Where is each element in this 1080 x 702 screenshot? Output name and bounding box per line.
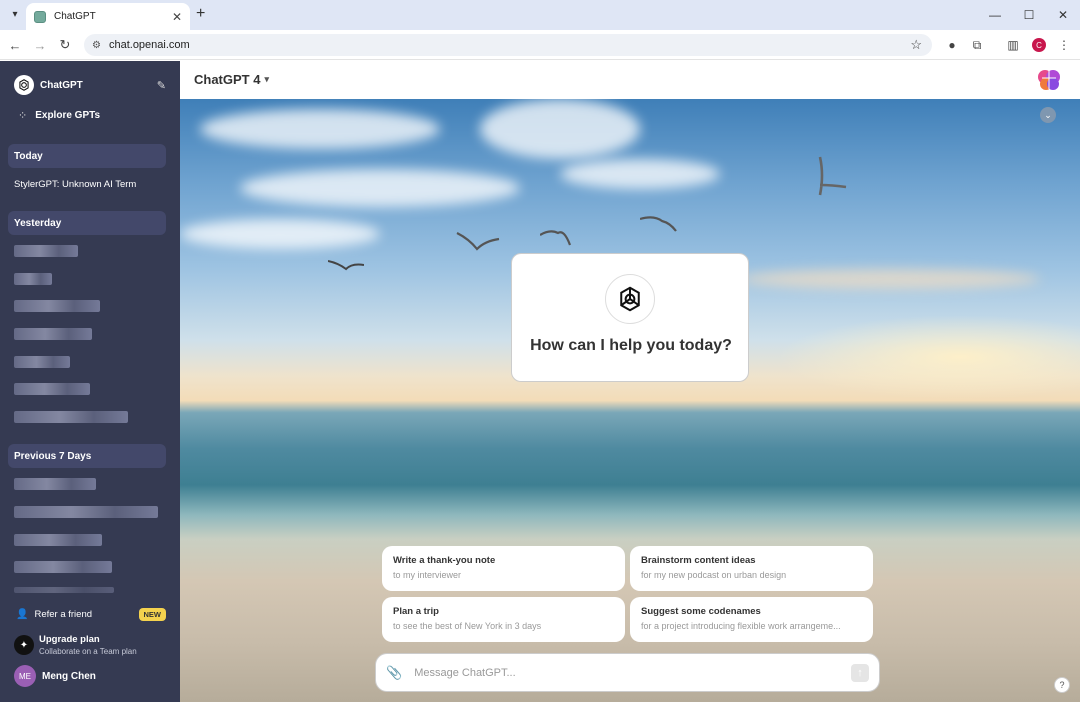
- suggestion-subtitle: for my new podcast on urban design: [641, 570, 787, 580]
- model-name: ChatGPT 4: [194, 72, 261, 87]
- chat-item[interactable]: [14, 411, 128, 423]
- address-bar[interactable]: ⚙ chat.openai.com ☆: [84, 34, 932, 56]
- chat-item[interactable]: [14, 587, 114, 593]
- chat-item[interactable]: [14, 356, 70, 368]
- chevron-down-icon[interactable]: ⌄: [1040, 107, 1056, 123]
- section-yesterday: Yesterday: [8, 211, 166, 235]
- close-window-icon[interactable]: ✕: [1046, 0, 1080, 30]
- chat-item[interactable]: [14, 245, 78, 257]
- message-input[interactable]: [414, 666, 851, 679]
- user-name: Meng Chen: [42, 670, 96, 682]
- new-chat-row[interactable]: ChatGPT ✎: [14, 75, 166, 95]
- maximize-icon[interactable]: ☐: [1012, 0, 1046, 30]
- suggestion-card[interactable]: Suggest some codenames for a project int…: [630, 597, 873, 642]
- chat-item[interactable]: StylerGPT: Unknown AI Term: [14, 179, 170, 193]
- star-icon[interactable]: ☆: [910, 37, 922, 53]
- grid-icon: ⁘: [18, 109, 28, 122]
- section-previous-7-days: Previous 7 Days: [8, 444, 166, 468]
- explore-gpts-link[interactable]: ⁘ Explore GPTs: [18, 108, 100, 122]
- explore-gpts-label: Explore GPTs: [35, 109, 101, 121]
- brain-icon[interactable]: [1036, 67, 1062, 93]
- brand-name: ChatGPT: [40, 79, 83, 91]
- profile-avatar[interactable]: C: [1032, 38, 1046, 52]
- sidebar: ChatGPT ✎ ⁘ Explore GPTs Today StylerGPT…: [0, 61, 180, 702]
- avatar: ME: [14, 665, 36, 687]
- chatgpt-favicon-icon: [34, 10, 46, 23]
- forward-arrow-icon[interactable]: →: [31, 36, 49, 54]
- new-badge: NEW: [138, 607, 166, 621]
- chevron-down-icon[interactable]: ▾: [6, 5, 24, 23]
- chat-item[interactable]: [14, 534, 102, 546]
- chat-item[interactable]: [14, 506, 158, 518]
- plus-icon[interactable]: +: [196, 5, 205, 23]
- refer-label: Refer a friend: [34, 608, 93, 620]
- openai-logo-icon: [605, 274, 655, 324]
- suggestion-subtitle: for a project introducing flexible work …: [641, 621, 841, 631]
- close-icon[interactable]: ✕: [172, 10, 182, 24]
- paperclip-icon[interactable]: 📎: [386, 665, 402, 681]
- greeting-text: How can I help you today?: [530, 337, 732, 354]
- send-button[interactable]: ↑: [851, 663, 869, 682]
- main-header: ChatGPT 4 ▾: [180, 61, 1080, 99]
- suggestion-title: Plan a trip: [393, 606, 439, 617]
- suggestion-title: Write a thank-you note: [393, 555, 496, 566]
- model-selector[interactable]: ChatGPT 4 ▾: [194, 72, 269, 87]
- chat-item[interactable]: [14, 383, 90, 395]
- suggestion-card[interactable]: Write a thank-you note to my interviewer: [382, 546, 625, 591]
- chat-item[interactable]: [14, 300, 100, 312]
- minimize-icon[interactable]: —: [978, 0, 1012, 30]
- main-area: ChatGPT 4 ▾ ⌄ How can I help you today? …: [180, 61, 1080, 702]
- browser-tab-strip: ▾ ChatGPT ✕ + — ☐ ✕: [0, 0, 1080, 30]
- section-today: Today: [8, 144, 166, 168]
- chevron-down-icon: ▾: [264, 74, 269, 84]
- chat-item[interactable]: [14, 561, 112, 573]
- suggestion-title: Suggest some codenames: [641, 606, 761, 617]
- suggestion-subtitle: to my interviewer: [393, 570, 462, 580]
- sparkle-icon: ✦: [14, 635, 34, 655]
- tab-title: ChatGPT: [54, 11, 96, 22]
- chat-item[interactable]: [14, 328, 92, 340]
- site-info-icon[interactable]: ⚙: [92, 40, 101, 51]
- window-controls: — ☐ ✕: [978, 0, 1080, 30]
- suggestion-card[interactable]: Plan a trip to see the best of New York …: [382, 597, 625, 642]
- puzzle-icon[interactable]: ⧉: [969, 37, 985, 53]
- suggestion-title: Brainstorm content ideas: [641, 555, 756, 566]
- greeting-card: How can I help you today?: [511, 253, 749, 382]
- chat-item[interactable]: [14, 273, 52, 285]
- url-text[interactable]: chat.openai.com: [109, 39, 910, 51]
- chat-item[interactable]: [14, 478, 96, 490]
- add-user-icon: 👤: [16, 608, 29, 620]
- edit-icon[interactable]: ✎: [157, 79, 166, 92]
- user-menu[interactable]: ME Meng Chen: [14, 665, 96, 687]
- upgrade-title: Upgrade plan: [39, 634, 100, 645]
- suggestion-subtitle: to see the best of New York in 3 days: [393, 621, 542, 631]
- side-panel-icon[interactable]: ▥: [1005, 37, 1021, 53]
- help-button[interactable]: ?: [1054, 677, 1070, 693]
- openai-logo-icon: [14, 75, 34, 95]
- upgrade-subtitle: Collaborate on a Team plan: [39, 647, 137, 656]
- upgrade-plan-button[interactable]: ✦ Upgrade plan Collaborate on a Team pla…: [14, 633, 166, 657]
- extension-icon[interactable]: ●: [944, 37, 960, 53]
- back-arrow-icon[interactable]: ←: [6, 36, 24, 54]
- message-composer: 📎 ↑: [375, 653, 880, 692]
- refer-friend-link[interactable]: 👤 Refer a friend NEW: [16, 607, 166, 621]
- browser-toolbar: ← → ↻ ⚙ chat.openai.com ☆ ● ⧉ ▥ ⋮: [0, 30, 1080, 60]
- browser-tab[interactable]: ChatGPT ✕: [26, 3, 190, 30]
- more-vertical-icon[interactable]: ⋮: [1056, 37, 1072, 53]
- suggestion-card[interactable]: Brainstorm content ideas for my new podc…: [630, 546, 873, 591]
- reload-icon[interactable]: ↻: [56, 36, 74, 54]
